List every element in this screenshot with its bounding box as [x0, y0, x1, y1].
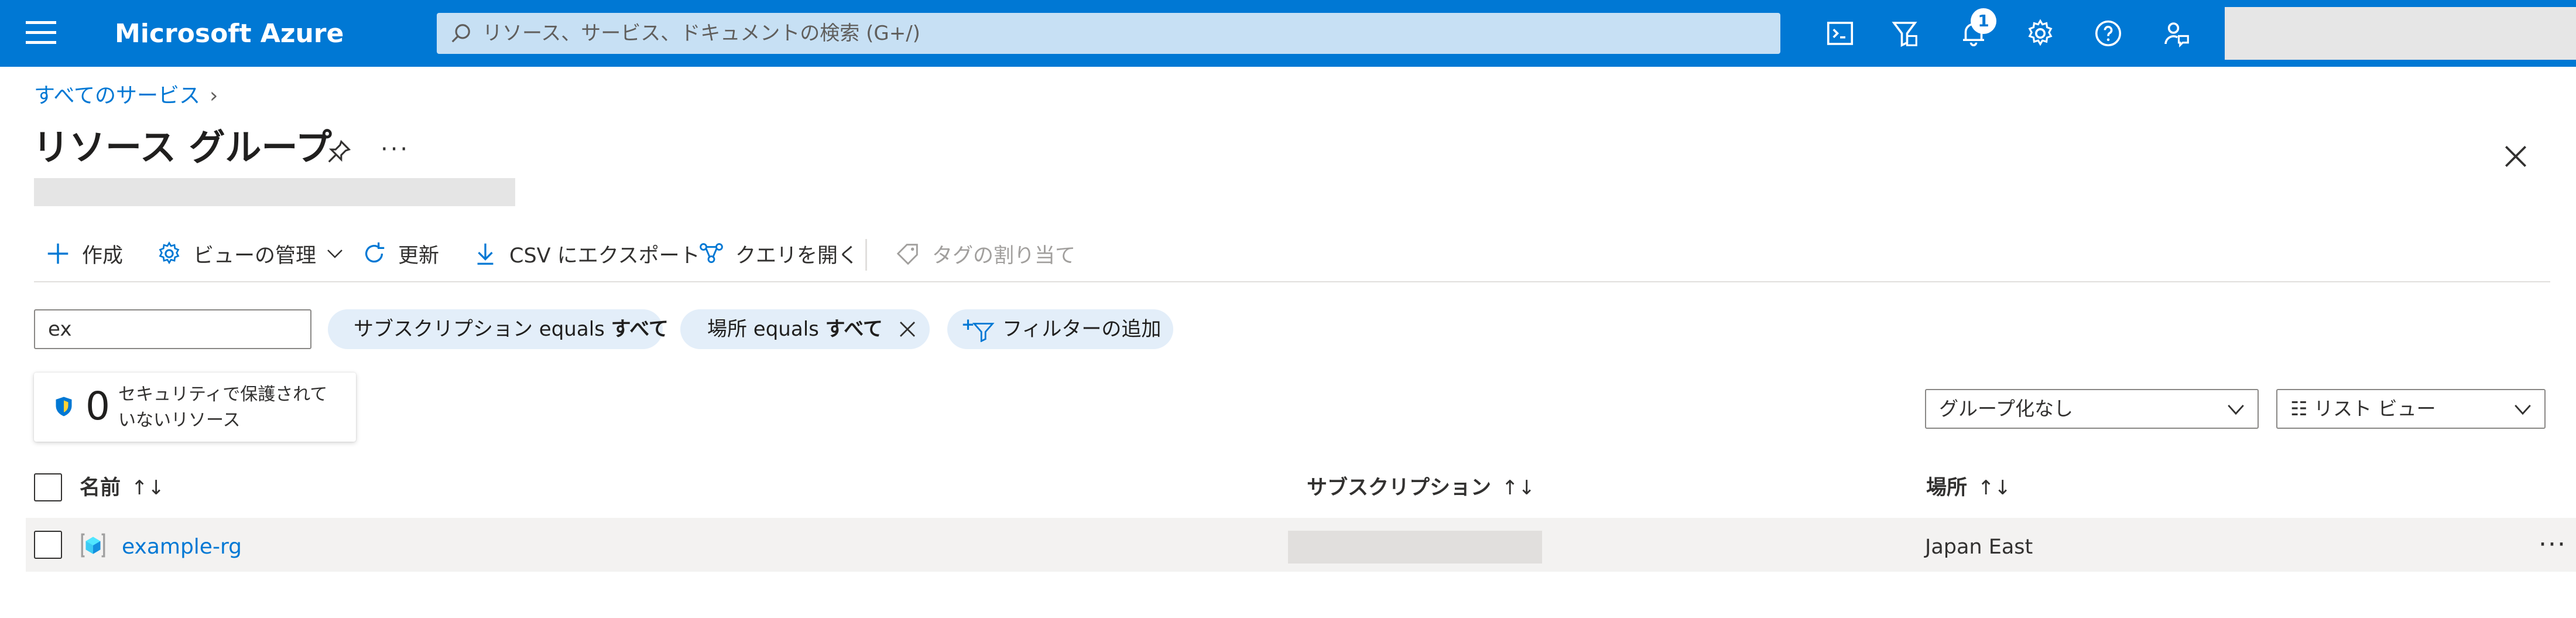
subscription-filter-prefix: サブスクリプション equals [354, 317, 611, 341]
unsecured-resources-label: セキュリティで保護されていないリソース [118, 384, 328, 431]
subscription-filter-pill[interactable]: サブスクリプション equals すべて [328, 309, 669, 349]
global-search-input[interactable] [482, 13, 1741, 54]
column-header-name-label: 名前 [80, 476, 121, 500]
notification-count-badge: 1 [1971, 8, 1996, 34]
create-button[interactable]: 作成 [44, 233, 123, 274]
filter-by-name-input[interactable] [34, 309, 311, 349]
view-mode-selected-value: ☷ リスト ビュー [2290, 397, 2436, 420]
row-more-options-button[interactable]: ··· [2539, 530, 2567, 559]
search-icon [451, 24, 470, 43]
create-label: 作成 [82, 244, 124, 268]
location-filter-value: すべて [825, 317, 883, 341]
plus-icon [47, 243, 68, 264]
download-icon [477, 243, 494, 265]
shield-icon [56, 397, 72, 416]
feedback-icon[interactable] [2160, 18, 2192, 49]
chevron-right-icon: › [210, 84, 218, 108]
close-icon[interactable] [2501, 142, 2530, 171]
subscription-filter-value: すべて [611, 317, 669, 341]
sort-icon[interactable]: ↑↓ [1502, 476, 1535, 500]
command-separator [865, 239, 867, 271]
redacted-directory-name [34, 178, 515, 206]
chevron-down-icon [2515, 404, 2531, 415]
refresh-label: 更新 [398, 244, 440, 268]
tag-icon [896, 244, 918, 265]
column-header-location[interactable]: 場所 ↑↓ [1926, 473, 2011, 503]
breadcrumb-all-services-link[interactable]: すべてのサービス [34, 84, 200, 108]
remove-filter-icon[interactable] [898, 320, 917, 339]
settings-icon[interactable] [2025, 18, 2056, 49]
portal-menu-icon[interactable] [26, 21, 56, 46]
unsecured-resources-card[interactable]: 0 セキュリティで保護されていないリソース [34, 373, 356, 442]
chevron-down-icon [327, 250, 342, 258]
add-filter-button[interactable]: フィルターの追加 [947, 309, 1173, 349]
brand-title[interactable]: Microsoft Azure [115, 18, 344, 50]
unsecured-resources-count: 0 [85, 384, 110, 429]
account-menu[interactable] [2225, 7, 2576, 60]
help-icon[interactable] [2092, 18, 2124, 49]
grouping-dropdown[interactable]: グループ化なし [1925, 389, 2259, 429]
redacted-subscription-cell [1288, 531, 1542, 564]
column-header-name[interactable]: 名前 ↑↓ [80, 473, 165, 503]
location-cell: Japan East [1925, 535, 2033, 559]
column-header-subscription[interactable]: サブスクリプション ↑↓ [1307, 473, 1535, 503]
refresh-icon [365, 242, 385, 263]
grouping-selected-value: グループ化なし [1939, 397, 2074, 420]
assign-tags-label: タグの割り当て [932, 244, 1076, 268]
sort-icon[interactable]: ↑↓ [1978, 476, 2011, 500]
more-options-button[interactable]: ··· [381, 136, 410, 163]
directory-filter-icon[interactable] [1889, 18, 1920, 49]
pin-icon[interactable] [326, 138, 352, 165]
add-filter-label: フィルターの追加 [1002, 317, 1162, 341]
location-filter-pill[interactable]: 場所 equals すべて [680, 309, 930, 349]
top-navigation-bar: Microsoft Azure 1 [0, 0, 2576, 67]
assign-tags-button[interactable]: タグの割り当て [895, 233, 1075, 274]
command-bar: 作成 ビューの管理 更新 CSV にエクスポート クエリを開く タグの割り当て [34, 233, 2551, 274]
export-csv-button[interactable]: CSV にエクスポート [472, 233, 700, 274]
resource-group-name-link[interactable]: example-rg [122, 533, 242, 561]
sort-icon[interactable]: ↑↓ [131, 476, 165, 500]
open-query-label: クエリを開く [735, 244, 859, 268]
page-title: リソース グループ [33, 126, 332, 169]
command-bar-divider [34, 281, 2550, 282]
column-header-location-label: 場所 [1926, 476, 1968, 500]
query-graph-icon [700, 243, 723, 264]
global-search-box[interactable] [437, 13, 1780, 54]
manage-view-label: ビューの管理 [193, 244, 317, 268]
location-filter-prefix: 場所 equals [707, 317, 825, 341]
resource-group-icon [81, 533, 105, 558]
row-checkbox[interactable] [34, 531, 62, 559]
chevron-down-icon [2228, 404, 2244, 415]
manage-view-button[interactable]: ビューの管理 [156, 233, 345, 274]
cloud-shell-icon[interactable] [1824, 18, 1856, 49]
breadcrumb: すべてのサービス › [34, 82, 218, 110]
open-query-button[interactable]: クエリを開く [698, 233, 858, 274]
select-all-checkbox[interactable] [34, 473, 62, 501]
export-csv-label: CSV にエクスポート [509, 244, 700, 268]
view-mode-dropdown[interactable]: ☷ リスト ビュー [2276, 389, 2546, 429]
gear-icon [159, 241, 180, 265]
add-filter-icon [962, 319, 995, 342]
refresh-button[interactable]: 更新 [361, 233, 439, 274]
column-header-subscription-label: サブスクリプション [1307, 476, 1492, 500]
